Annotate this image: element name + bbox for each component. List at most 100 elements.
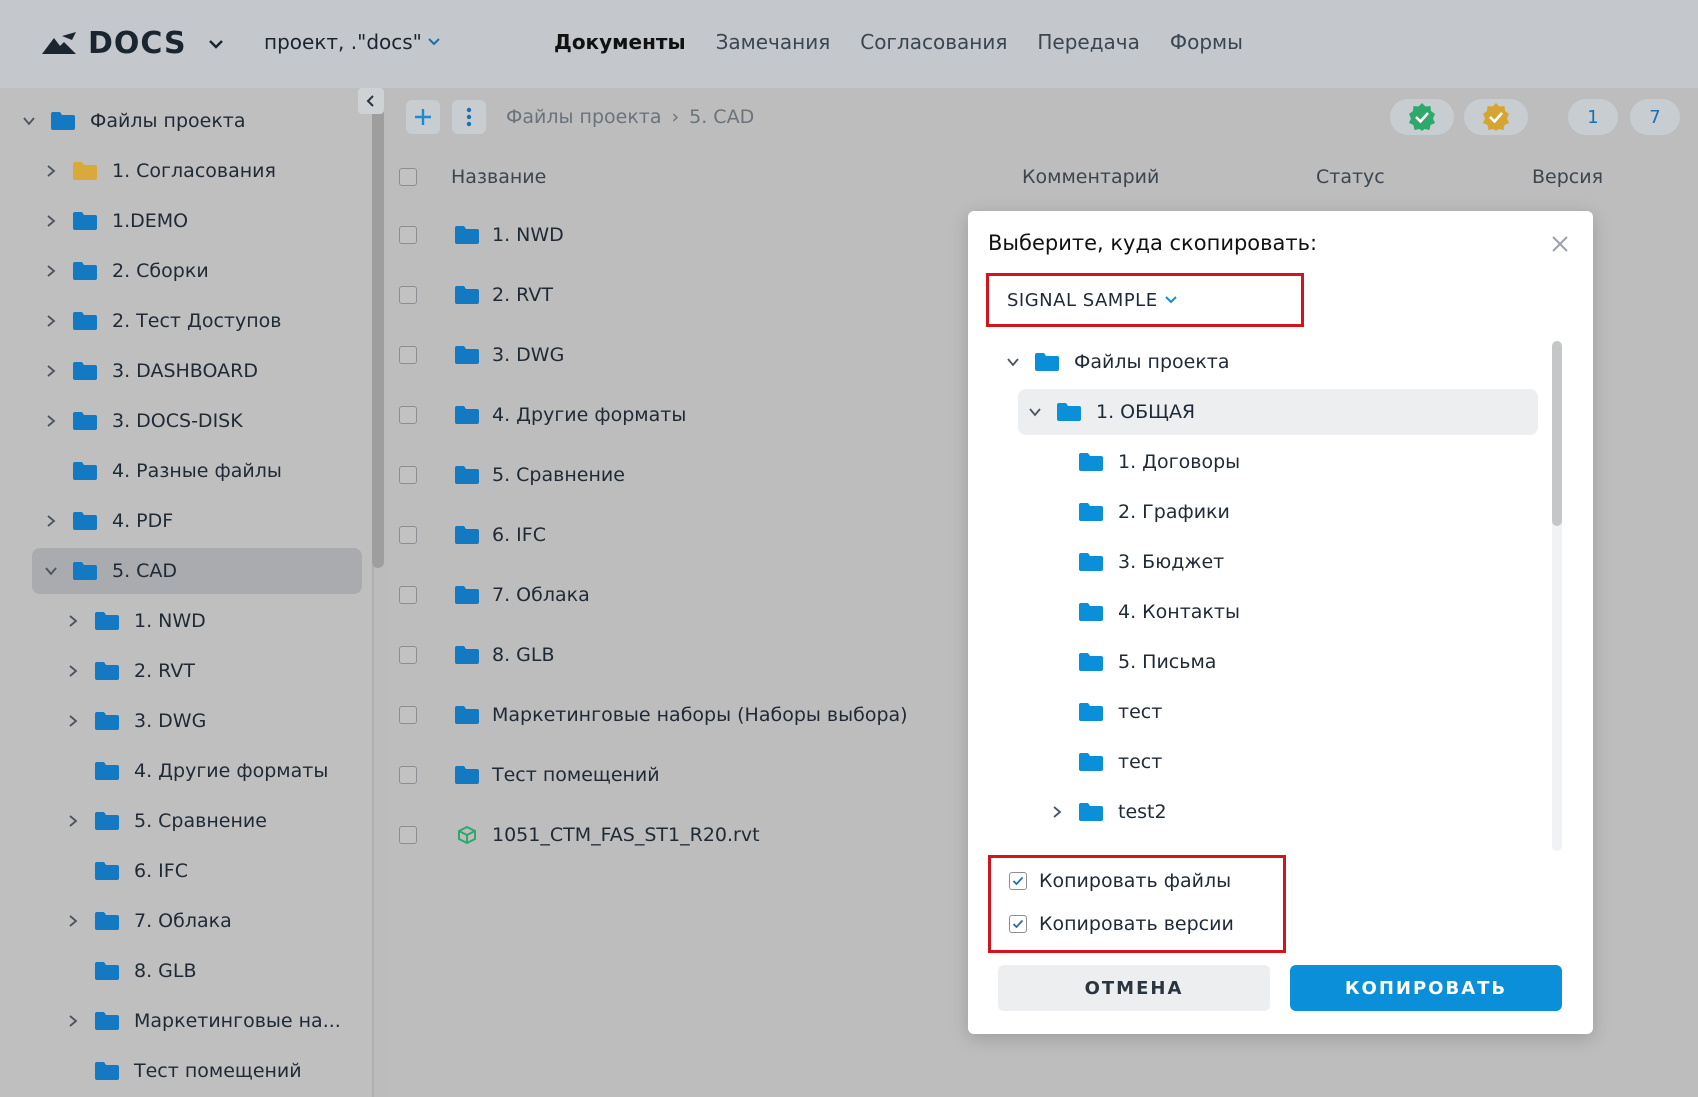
cancel-button[interactable]: ОТМЕНА bbox=[998, 965, 1270, 1011]
tree-scrollbar-thumb[interactable] bbox=[1552, 341, 1562, 526]
target-folder-item[interactable]: 5. Письма bbox=[986, 639, 1526, 685]
sidebar-item[interactable]: 3. DOCS-DISK bbox=[22, 398, 342, 444]
sidebar-scrollbar[interactable] bbox=[372, 88, 384, 568]
sidebar-subitem[interactable]: 3. DWG bbox=[66, 698, 356, 744]
table-row[interactable]: 1051_CTM_FAS_ST1_R20.rvt bbox=[454, 820, 760, 850]
target-project-selector[interactable]: SIGNAL SAMPLE bbox=[986, 273, 1304, 327]
pending-filter-button[interactable] bbox=[1464, 99, 1528, 135]
chevron-right-icon[interactable] bbox=[66, 914, 80, 928]
target-folder-item[interactable]: тест bbox=[986, 689, 1526, 735]
close-icon[interactable] bbox=[1551, 235, 1569, 253]
count-badge-right[interactable]: 7 bbox=[1630, 99, 1680, 135]
sidebar-subitem[interactable]: 6. IFC bbox=[66, 848, 356, 894]
chevron-right-icon[interactable] bbox=[44, 414, 58, 428]
sidebar-item[interactable]: 4. PDF bbox=[22, 498, 342, 544]
target-folder-item[interactable]: 1. ОБЩАЯ bbox=[1018, 389, 1538, 435]
select-all-checkbox[interactable] bbox=[399, 168, 417, 186]
chevron-right-icon[interactable] bbox=[44, 314, 58, 328]
sidebar-subitem[interactable]: 4. Другие форматы bbox=[66, 748, 356, 794]
table-row[interactable]: 2. RVT bbox=[454, 280, 553, 310]
row-checkbox[interactable] bbox=[399, 346, 417, 364]
more-options-button[interactable] bbox=[452, 100, 486, 134]
sidebar-subitem[interactable]: 8. GLB bbox=[66, 948, 356, 994]
chevron-right-icon[interactable] bbox=[66, 664, 80, 678]
chevron-down-icon[interactable] bbox=[1028, 405, 1042, 419]
project-selector[interactable]: проект, ."docs" bbox=[264, 30, 442, 54]
chevron-down-icon[interactable] bbox=[1006, 355, 1020, 369]
sidebar-subitem[interactable]: 7. Облака bbox=[66, 898, 356, 944]
chevron-right-icon[interactable] bbox=[44, 164, 58, 178]
app-logo[interactable]: DOCS bbox=[42, 26, 225, 61]
table-row[interactable]: 3. DWG bbox=[454, 340, 564, 370]
sidebar-subitem[interactable]: Маркетинговые на... bbox=[66, 998, 356, 1044]
chevron-down-icon[interactable] bbox=[22, 114, 36, 128]
sidebar-item[interactable]: 4. Разные файлы bbox=[22, 448, 342, 494]
copy-files-checkbox[interactable] bbox=[1009, 872, 1027, 890]
chevron-right-icon[interactable] bbox=[44, 214, 58, 228]
target-folder-item[interactable]: 2. Графики bbox=[986, 489, 1526, 535]
nav-remarks[interactable]: Замечания bbox=[716, 30, 831, 54]
row-checkbox[interactable] bbox=[399, 826, 417, 844]
chevron-right-icon[interactable] bbox=[66, 814, 80, 828]
nav-forms[interactable]: Формы bbox=[1170, 30, 1243, 54]
breadcrumb-root[interactable]: Файлы проекта bbox=[506, 106, 662, 128]
target-folder-item[interactable]: 4. Контакты bbox=[986, 589, 1526, 635]
target-folder-item[interactable]: Файлы проекта bbox=[986, 339, 1526, 385]
column-header-status[interactable]: Статус bbox=[1316, 166, 1385, 188]
table-row[interactable]: Маркетинговые наборы (Наборы выбора) bbox=[454, 700, 908, 730]
nav-approvals[interactable]: Согласования bbox=[860, 30, 1007, 54]
copy-files-option[interactable]: Копировать файлы bbox=[1009, 870, 1231, 892]
target-folder-item[interactable]: 3. Бюджет bbox=[986, 539, 1526, 585]
table-row[interactable]: 6. IFC bbox=[454, 520, 546, 550]
sidebar-subitem[interactable]: 1. NWD bbox=[66, 598, 356, 644]
sidebar-item-root[interactable]: Файлы проекта bbox=[22, 98, 352, 144]
column-header-name[interactable]: Название bbox=[451, 166, 546, 188]
chevron-right-icon[interactable] bbox=[66, 614, 80, 628]
table-row[interactable]: 8. GLB bbox=[454, 640, 555, 670]
row-checkbox[interactable] bbox=[399, 706, 417, 724]
nav-transfer[interactable]: Передача bbox=[1037, 30, 1140, 54]
target-folder-item[interactable]: тест bbox=[986, 739, 1526, 785]
copy-versions-option[interactable]: Копировать версии bbox=[1009, 913, 1234, 935]
chevron-right-icon[interactable] bbox=[1050, 805, 1064, 819]
table-row[interactable]: 1. NWD bbox=[454, 220, 564, 250]
chevron-right-icon[interactable] bbox=[66, 714, 80, 728]
add-button[interactable] bbox=[406, 100, 440, 134]
table-row[interactable]: Тест помещений bbox=[454, 760, 660, 790]
chevron-right-icon[interactable] bbox=[44, 264, 58, 278]
row-checkbox[interactable] bbox=[399, 766, 417, 784]
row-checkbox[interactable] bbox=[399, 406, 417, 424]
chevron-right-icon[interactable] bbox=[44, 514, 58, 528]
row-checkbox[interactable] bbox=[399, 466, 417, 484]
sidebar-item[interactable]: 2. Тест Доступов bbox=[22, 298, 342, 344]
count-badge-left[interactable]: 1 bbox=[1568, 99, 1618, 135]
approved-filter-button[interactable] bbox=[1390, 99, 1454, 135]
row-checkbox[interactable] bbox=[399, 286, 417, 304]
sidebar-item[interactable]: 1.DEMO bbox=[22, 198, 342, 244]
row-checkbox[interactable] bbox=[399, 526, 417, 544]
row-checkbox[interactable] bbox=[399, 226, 417, 244]
chevron-right-icon[interactable] bbox=[44, 364, 58, 378]
copy-versions-checkbox[interactable] bbox=[1009, 915, 1027, 933]
nav-documents[interactable]: Документы bbox=[554, 30, 686, 54]
sidebar-subitem[interactable]: Тест помещений bbox=[66, 1048, 356, 1094]
chevron-down-icon[interactable] bbox=[44, 564, 58, 578]
chevron-right-icon[interactable] bbox=[66, 1014, 80, 1028]
sidebar-item[interactable]: 2. Сборки bbox=[22, 248, 342, 294]
row-checkbox[interactable] bbox=[399, 646, 417, 664]
target-folder-item[interactable]: 1. Договоры bbox=[986, 439, 1526, 485]
column-header-comment[interactable]: Комментарий bbox=[1022, 166, 1159, 188]
column-header-version[interactable]: Версия bbox=[1532, 166, 1603, 188]
copy-button[interactable]: КОПИРОВАТЬ bbox=[1290, 965, 1562, 1011]
table-row[interactable]: 5. Сравнение bbox=[454, 460, 625, 490]
row-checkbox[interactable] bbox=[399, 586, 417, 604]
sidebar-item[interactable]: 3. DASHBOARD bbox=[22, 348, 342, 394]
sidebar-subitem[interactable]: 5. Сравнение bbox=[66, 798, 356, 844]
sidebar-item[interactable]: 5. CAD bbox=[32, 548, 362, 594]
sidebar-item[interactable]: 1. Согласования bbox=[22, 148, 342, 194]
sidebar-collapse-button[interactable] bbox=[358, 88, 384, 114]
table-row[interactable]: 4. Другие форматы bbox=[454, 400, 686, 430]
table-row[interactable]: 7. Облака bbox=[454, 580, 590, 610]
target-folder-item[interactable]: test2 bbox=[986, 789, 1526, 835]
sidebar-subitem[interactable]: 2. RVT bbox=[66, 648, 356, 694]
